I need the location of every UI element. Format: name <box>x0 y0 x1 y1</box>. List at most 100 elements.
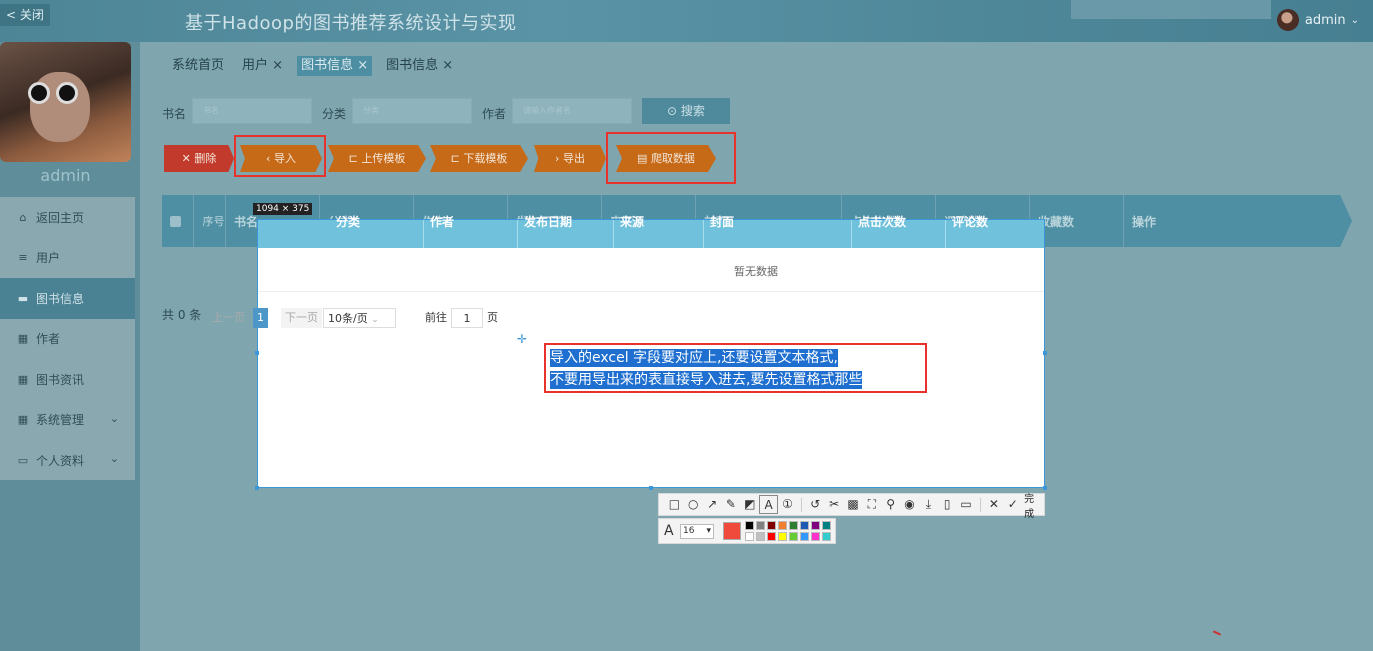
rectangle-tool-icon[interactable]: □ <box>665 495 684 514</box>
color-swatch[interactable] <box>800 521 809 530</box>
color-swatch[interactable] <box>767 532 776 541</box>
resize-handle[interactable] <box>649 486 653 490</box>
sidebar-username: admin <box>40 166 91 185</box>
done-button[interactable]: 完成 <box>1024 490 1044 520</box>
sidebar-item-book-news[interactable]: ▦ 图书资讯 <box>0 359 135 400</box>
tab-bar: 系统首页 用户 × 图书信息 × 图书信息 × <box>168 56 457 76</box>
font-icon: A <box>664 523 674 539</box>
sidebar-item-author[interactable]: ▦ 作者 <box>0 319 135 360</box>
select-all-checkbox[interactable] <box>170 215 181 227</box>
col-actions: 操作 <box>1132 214 1157 229</box>
color-swatch[interactable] <box>767 521 776 530</box>
cancel-icon[interactable]: ✕ <box>984 495 1003 514</box>
upload-template-button[interactable]: ⊏ 上传模板 <box>328 145 426 172</box>
color-swatch[interactable] <box>822 532 831 541</box>
record-icon[interactable]: ◉ <box>900 495 919 514</box>
username: admin <box>1304 12 1346 28</box>
goto-label: 前往 <box>425 311 447 324</box>
tab-home[interactable]: 系统首页 <box>168 56 228 76</box>
user-menu[interactable]: admin ⌄ <box>1276 9 1359 31</box>
captured-col-category: 分类 <box>330 216 424 248</box>
color-swatch[interactable] <box>811 532 820 541</box>
resize-handle[interactable] <box>1043 351 1047 355</box>
captured-col-author: 作者 <box>424 216 518 248</box>
color-swatch[interactable] <box>745 532 754 541</box>
scan-icon[interactable]: ⛶ <box>862 495 881 514</box>
next-page-button[interactable]: 下一页 <box>281 308 322 328</box>
font-size-select[interactable]: 16 ▾ <box>680 524 714 539</box>
select-all-header[interactable] <box>162 195 194 247</box>
sidebar-item-book-info[interactable]: ▬ 图书信息 <box>0 278 135 319</box>
close-icon[interactable]: × <box>438 58 453 73</box>
resize-handle[interactable] <box>255 351 259 355</box>
capture-size-label: 1094 × 375 <box>253 203 313 215</box>
color-swatch[interactable] <box>811 521 820 530</box>
annotation-textbox[interactable]: 导入的excel 字段要对应上,还要设置文本格式, 不要用导出来的表直接导入进去… <box>544 343 927 393</box>
close-button[interactable]: < 关闭 <box>0 4 50 26</box>
color-swatch[interactable] <box>822 521 831 530</box>
header-blurred-area <box>1071 0 1271 19</box>
save-icon[interactable]: ⤓ <box>919 495 938 514</box>
home-icon: ⌂ <box>19 210 27 224</box>
color-swatch[interactable] <box>756 521 765 530</box>
color-swatch[interactable] <box>745 521 754 530</box>
captured-col-publish-date: 发布日期 <box>518 216 614 248</box>
sidebar-item-label: 返回主页 <box>36 210 85 225</box>
text-tool-icon[interactable]: A <box>759 495 779 514</box>
pen-tool-icon[interactable]: ✎ <box>722 495 741 514</box>
col-index: 序号 <box>194 195 226 247</box>
qrcode-icon[interactable]: ▩ <box>844 495 863 514</box>
color-swatch[interactable] <box>800 532 809 541</box>
page-1-button[interactable]: 1 <box>253 308 268 328</box>
search-button[interactable]: ⊙ 搜索 <box>642 98 730 124</box>
color-swatch[interactable] <box>778 532 787 541</box>
number-tool-icon[interactable]: ① <box>778 495 797 514</box>
goto-input[interactable]: 1 <box>451 308 483 328</box>
close-icon: ✕ <box>181 152 195 165</box>
grid-icon: ▦ <box>17 413 29 427</box>
tab-users[interactable]: 用户 × <box>238 56 287 76</box>
undo-icon[interactable]: ↺ <box>806 495 825 514</box>
pin-icon[interactable]: ⚲ <box>881 495 900 514</box>
close-icon[interactable]: × <box>353 58 368 73</box>
sidebar-item-home[interactable]: ⌂ 返回主页 <box>0 197 135 238</box>
author-input[interactable]: 请输入作者名 <box>512 98 632 124</box>
page-size-select[interactable]: 10条/页 ⌄ <box>323 308 396 328</box>
current-color-swatch[interactable] <box>723 522 741 540</box>
sidebar-item-label: 个人资料 <box>36 453 85 468</box>
ellipse-tool-icon[interactable]: ○ <box>684 495 703 514</box>
sidebar-item-profile[interactable]: ▭ 个人资料 ⌄ <box>0 440 135 481</box>
arrow-tool-icon[interactable]: ↗ <box>703 495 722 514</box>
captured-col-comments: 评论数 <box>952 215 989 229</box>
monitor-icon: ▬ <box>17 291 29 305</box>
color-swatch[interactable] <box>789 532 798 541</box>
bookmark-icon[interactable]: ▭ <box>957 495 976 514</box>
tab-book-info[interactable]: 图书信息 × <box>382 56 457 76</box>
color-swatch[interactable] <box>756 532 765 541</box>
category-input[interactable]: 分类 <box>352 98 472 124</box>
pagination: 共 0 条 <box>162 306 201 323</box>
check-icon[interactable]: ✓ <box>1003 495 1022 514</box>
prev-page-button[interactable]: 上一页 <box>208 308 249 328</box>
download-template-button[interactable]: ⊏ 下载模板 <box>430 145 528 172</box>
export-button[interactable]: › 导出 <box>534 145 606 172</box>
profile-avatar <box>0 42 131 162</box>
sidebar-item-system[interactable]: ▦ 系统管理 ⌄ <box>0 400 135 441</box>
resize-handle[interactable] <box>255 486 259 490</box>
ocr-icon[interactable]: ✂ <box>825 495 844 514</box>
tab-book-info-active[interactable]: 图书信息 × <box>297 56 373 76</box>
mosaic-tool-icon[interactable]: ◩ <box>740 495 759 514</box>
top-bar: < 关闭 基于Hadoop的图书推荐系统设计与实现 admin ⌄ <box>0 0 1373 42</box>
book-input[interactable]: 书名 <box>192 98 312 124</box>
captured-pagination: 上一页 1 下一页 10条/页 ⌄ 前往 1 页 <box>212 306 1044 330</box>
close-icon[interactable]: × <box>268 58 283 73</box>
phone-icon[interactable]: ▯ <box>938 495 957 514</box>
avatar-goggle-left <box>28 82 50 104</box>
sidebar-item-users[interactable]: ≡ 用户 <box>0 238 135 279</box>
color-swatch[interactable] <box>789 521 798 530</box>
color-swatch[interactable] <box>778 521 787 530</box>
chevron-down-icon: ⌄ <box>1350 14 1359 26</box>
chevron-down-icon: ▾ <box>706 526 711 536</box>
delete-button[interactable]: ✕ 删除 <box>164 145 234 172</box>
sidebar-item-label: 图书资讯 <box>36 372 85 387</box>
